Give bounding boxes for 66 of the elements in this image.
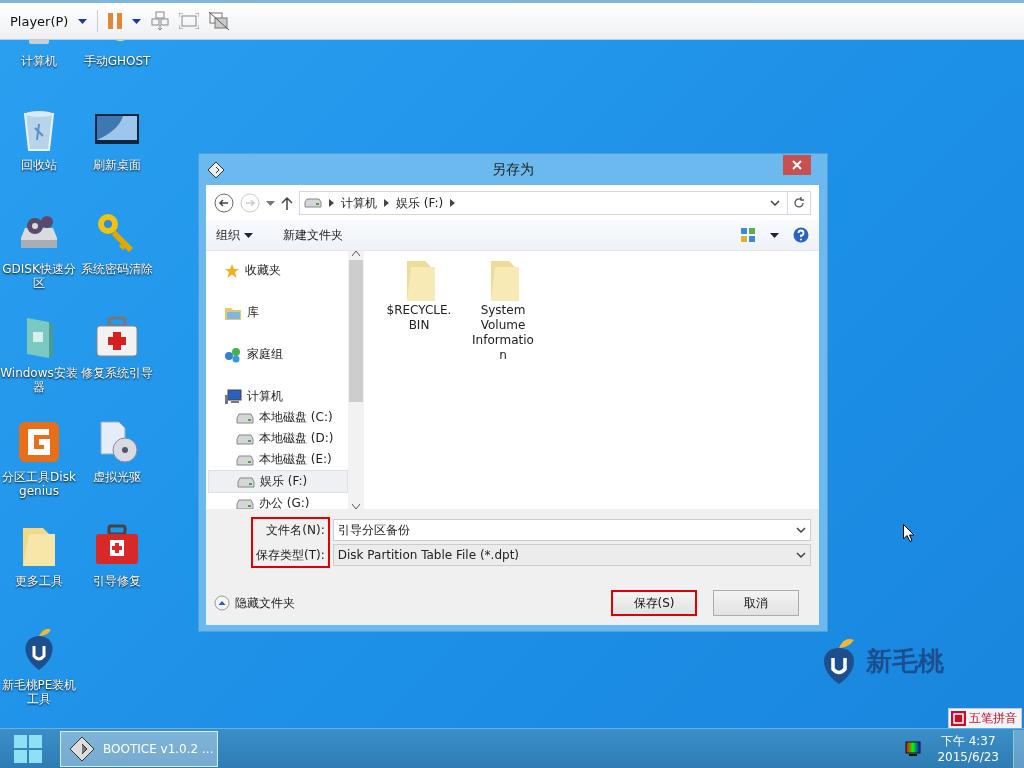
drive-icon: [237, 475, 255, 488]
windows-start-icon[interactable]: [13, 733, 43, 764]
dialog-title: 另存为: [491, 160, 534, 179]
nav-item[interactable]: 本地磁盘 (D:): [208, 428, 348, 449]
new-folder-button[interactable]: 新建文件夹: [283, 226, 343, 244]
file-type-dropdown[interactable]: Disk Partition Table File (*.dpt): [332, 544, 811, 566]
scrollbar[interactable]: [348, 251, 364, 509]
caret-icon[interactable]: [770, 232, 779, 238]
caret-icon[interactable]: [132, 18, 142, 24]
caret-icon[interactable]: [244, 232, 253, 238]
breadcrumb-item[interactable]: 计算机: [341, 194, 377, 212]
hide-folders-toggle[interactable]: 隐藏文件夹: [214, 594, 295, 612]
file-name-field[interactable]: 引导分区备份: [332, 519, 811, 541]
field-label: 文件名(N):: [266, 522, 325, 539]
folder-item[interactable]: System Volume Information: [470, 259, 536, 363]
chevron-down-icon[interactable]: [796, 552, 806, 558]
folder-item[interactable]: $RECYCLE.BIN: [386, 259, 452, 333]
drive-icon: [236, 497, 254, 509]
nav-item[interactable]: 办公 (G:): [208, 493, 348, 509]
unity-icon[interactable]: [209, 12, 230, 30]
help-icon[interactable]: [793, 227, 809, 243]
pause-icon[interactable]: [108, 13, 123, 29]
chevron-icon[interactable]: [384, 199, 389, 207]
drive-icon: [304, 198, 322, 208]
caret-icon[interactable]: [78, 18, 88, 24]
address-bar[interactable]: 计算机 娱乐 (F:): [299, 191, 811, 215]
view-icon[interactable]: [740, 227, 756, 243]
up-arrow-icon[interactable]: [281, 196, 293, 210]
close-icon[interactable]: [792, 160, 802, 170]
breadcrumb-item[interactable]: 娱乐 (F:): [396, 194, 444, 212]
chevron-down-icon[interactable]: [796, 527, 806, 533]
close-button[interactable]: [783, 155, 811, 175]
nav-item[interactable]: 家庭组: [208, 344, 348, 365]
collapse-icon[interactable]: [214, 595, 230, 611]
chevron-down-icon[interactable]: [770, 200, 780, 206]
ime-label[interactable]: 五笔拼音: [969, 710, 1017, 727]
organize-menu[interactable]: 组织: [216, 226, 253, 244]
drive-icon: [236, 411, 254, 424]
scroll-down-icon[interactable]: [352, 504, 360, 509]
save-button[interactable]: 保存(S): [611, 590, 697, 616]
mouse-cursor-icon: [903, 524, 915, 542]
app-icon[interactable]: [69, 735, 95, 762]
player-menu[interactable]: Player(P): [10, 13, 69, 29]
app-icon: [208, 162, 224, 178]
clock[interactable]: 下午 4:37 2015/6/23: [937, 732, 999, 765]
back-icon[interactable]: [214, 193, 234, 213]
field-label: 保存类型(T):: [256, 547, 325, 564]
display-icon[interactable]: [905, 740, 922, 757]
ime-bar[interactable]: 五笔拼音: [948, 708, 1022, 728]
cancel-button[interactable]: 取消: [713, 590, 799, 616]
nav-item[interactable]: 计算机: [208, 386, 348, 407]
nav-item[interactable]: 本地磁盘 (E:): [208, 449, 348, 470]
ime-icon[interactable]: [951, 711, 966, 726]
star-icon: [224, 262, 240, 279]
drive-icon: [236, 453, 254, 466]
drive-icon: [236, 432, 254, 445]
homegroup-icon: [224, 346, 242, 363]
nav-item[interactable]: 本地磁盘 (C:): [208, 407, 348, 428]
nav-item[interactable]: 收藏夹: [208, 260, 348, 281]
chevron-icon[interactable]: [450, 199, 456, 207]
brand-name: 新毛桃: [866, 644, 944, 678]
scroll-up-icon[interactable]: [352, 251, 360, 256]
nav-item[interactable]: 娱乐 (F:): [208, 470, 348, 493]
refresh-icon[interactable]: [793, 197, 805, 209]
nav-item[interactable]: 库: [208, 302, 348, 323]
chevron-icon[interactable]: [329, 199, 334, 207]
